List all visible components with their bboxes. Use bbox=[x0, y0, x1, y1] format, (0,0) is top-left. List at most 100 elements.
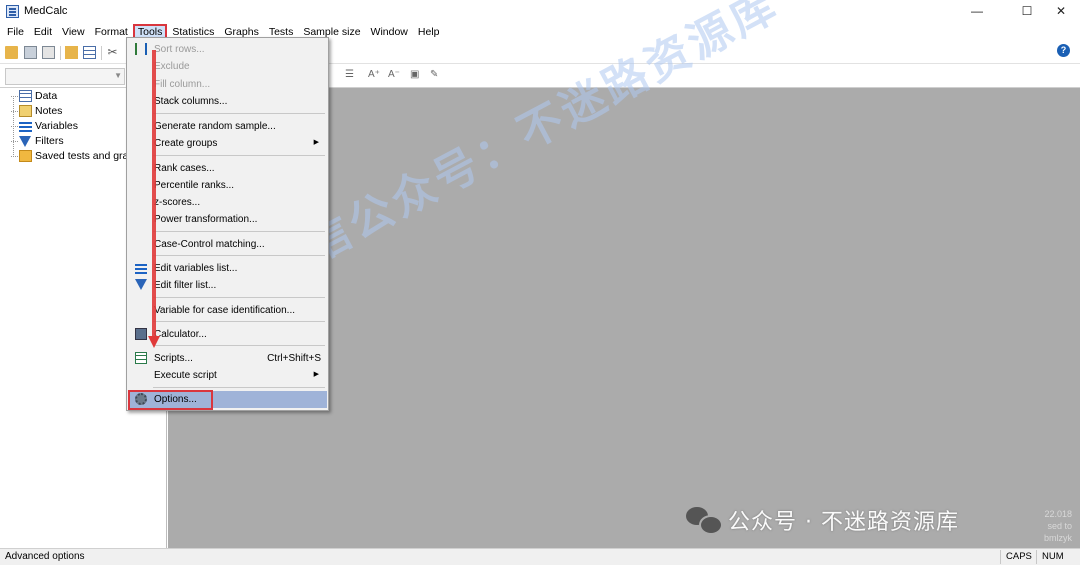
spreadsheet-icon[interactable] bbox=[83, 46, 96, 59]
tree-item-variables[interactable]: Variables bbox=[11, 119, 78, 133]
tree-item-saved-tests[interactable]: Saved tests and grap bbox=[11, 149, 134, 163]
menu-item-sort-rows[interactable]: Sort rows... bbox=[128, 41, 327, 58]
font-combo[interactable]: ▼ bbox=[5, 68, 125, 85]
wechat-watermark: 公众号 · 不迷路资源库 bbox=[686, 504, 959, 536]
help-icon[interactable]: ? bbox=[1057, 44, 1070, 57]
status-bar: Advanced options CAPS NUM bbox=[0, 548, 1080, 565]
menu-item-case-control-matching[interactable]: Case-Control matching... bbox=[128, 236, 327, 253]
tree-branch bbox=[11, 140, 18, 142]
toolbar-divider bbox=[101, 46, 102, 60]
tree-item-label: Saved tests and grap bbox=[35, 150, 135, 162]
wechat-icon bbox=[686, 507, 723, 535]
submenu-arrow-icon: ▶ bbox=[313, 139, 319, 146]
tree-item-label: Variables bbox=[35, 120, 78, 132]
tree-item-notes[interactable]: Notes bbox=[11, 104, 62, 118]
menu-item-label: Percentile ranks... bbox=[154, 180, 235, 191]
menu-item-power-transformation[interactable]: Power transformation... bbox=[128, 211, 327, 228]
menu-help[interactable]: Help bbox=[413, 24, 445, 40]
menu-item-create-groups[interactable]: Create groups ▶ bbox=[128, 135, 327, 152]
menu-separator bbox=[153, 345, 325, 346]
tree-branch bbox=[11, 95, 18, 97]
menu-item-label: Scripts... bbox=[154, 353, 193, 364]
menu-item-label: Exclude bbox=[154, 61, 190, 72]
menu-view[interactable]: View bbox=[57, 24, 90, 40]
maximize-button[interactable]: ☐ bbox=[1010, 0, 1044, 23]
menu-file[interactable]: File bbox=[2, 24, 29, 40]
version-text: 22.018 sed to bmlzyk bbox=[1044, 508, 1072, 544]
print-icon[interactable] bbox=[42, 46, 55, 59]
menu-item-label: z-scores... bbox=[154, 197, 201, 208]
menu-item-label: Fill column... bbox=[154, 79, 211, 90]
scripts-icon bbox=[135, 352, 147, 364]
close-button[interactable]: ✕ bbox=[1044, 0, 1078, 23]
minimize-button[interactable]: — bbox=[960, 0, 994, 23]
menu-item-label: Power transformation... bbox=[154, 214, 258, 225]
list-icon[interactable]: ☰ bbox=[345, 69, 354, 80]
tree-item-filters[interactable]: Filters bbox=[11, 134, 64, 148]
menu-item-execute-script[interactable]: Execute script ▶ bbox=[128, 367, 327, 384]
edit-icon[interactable]: ✎ bbox=[430, 69, 438, 80]
annotation-arrow bbox=[152, 50, 156, 338]
menu-item-edit-variables-list[interactable]: Edit variables list... bbox=[128, 260, 327, 277]
menu-item-rank-cases[interactable]: Rank cases... bbox=[128, 160, 327, 177]
menu-separator bbox=[153, 255, 325, 256]
tree-item-label: Filters bbox=[35, 135, 64, 147]
menu-item-scripts[interactable]: Scripts... Ctrl+Shift+S bbox=[128, 350, 327, 367]
menu-separator bbox=[153, 321, 325, 322]
medcalc-app-icon bbox=[6, 5, 19, 18]
tree-item-label: Notes bbox=[35, 105, 63, 117]
version-line: bmlzyk bbox=[1043, 533, 1072, 543]
chevron-down-icon: ▼ bbox=[114, 71, 122, 80]
font-shrink-icon[interactable]: A⁻ bbox=[388, 69, 400, 80]
calculator-icon bbox=[135, 328, 147, 340]
menu-item-label: Sort rows... bbox=[154, 44, 205, 55]
tree-branch bbox=[11, 125, 18, 127]
window-title: MedCalc bbox=[24, 5, 68, 17]
caps-indicator: CAPS bbox=[1000, 550, 1036, 564]
data-grid-icon bbox=[19, 90, 32, 102]
save-icon[interactable] bbox=[24, 46, 37, 59]
folder-icon bbox=[19, 150, 32, 162]
tree-item-label: Data bbox=[35, 90, 58, 102]
variables-icon bbox=[19, 120, 32, 132]
menu-item-label: Execute script bbox=[154, 370, 217, 381]
menu-item-variable-for-case-identification[interactable]: Variable for case identification... bbox=[128, 302, 327, 319]
menu-item-z-scores[interactable]: z-scores... bbox=[128, 194, 327, 211]
menu-item-stack-columns[interactable]: Stack columns... bbox=[128, 93, 327, 110]
copy-icon[interactable] bbox=[65, 46, 78, 59]
status-text: Advanced options bbox=[5, 551, 85, 562]
image-icon[interactable]: ▣ bbox=[410, 69, 419, 80]
submenu-arrow-icon: ▶ bbox=[313, 371, 319, 378]
notes-icon bbox=[19, 105, 32, 117]
menu-item-fill-column[interactable]: Fill column... bbox=[128, 76, 327, 93]
menu-item-edit-filter-list[interactable]: Edit filter list... bbox=[128, 277, 327, 294]
menu-item-label: Generate random sample... bbox=[154, 121, 276, 132]
menu-item-generate-random-sample[interactable]: Generate random sample... bbox=[128, 118, 327, 135]
menu-separator bbox=[153, 297, 325, 298]
tree-item-data[interactable]: Data bbox=[11, 89, 57, 103]
menu-item-label: Create groups bbox=[154, 138, 218, 149]
menu-item-exclude[interactable]: Exclude bbox=[128, 58, 327, 75]
annotation-arrow-head bbox=[148, 336, 160, 348]
cut-icon[interactable]: ✂ bbox=[106, 46, 119, 59]
tree-branch bbox=[11, 155, 18, 157]
open-folder-icon[interactable] bbox=[5, 46, 18, 59]
title-bar: MedCalc — ☐ ✕ bbox=[0, 0, 1080, 23]
menu-window[interactable]: Window bbox=[366, 24, 413, 40]
menu-item-percentile-ranks[interactable]: Percentile ranks... bbox=[128, 177, 327, 194]
menu-item-label: Calculator... bbox=[154, 329, 207, 340]
version-line: sed to bbox=[1047, 521, 1072, 531]
menu-item-label: Case-Control matching... bbox=[154, 239, 265, 250]
shortcut-label: Ctrl+Shift+S bbox=[267, 353, 321, 364]
variables-icon bbox=[135, 262, 147, 274]
menu-separator bbox=[153, 155, 325, 156]
menu-separator bbox=[153, 113, 325, 114]
menu-edit[interactable]: Edit bbox=[29, 24, 57, 40]
filter-icon bbox=[135, 279, 147, 290]
options-highlight-box bbox=[128, 390, 213, 410]
menu-separator bbox=[153, 387, 325, 388]
font-grow-icon[interactable]: A⁺ bbox=[368, 69, 380, 80]
filter-icon bbox=[19, 135, 31, 147]
wechat-label: 公众号 · 不迷路资源库 bbox=[728, 510, 959, 535]
sort-icon bbox=[135, 43, 147, 55]
